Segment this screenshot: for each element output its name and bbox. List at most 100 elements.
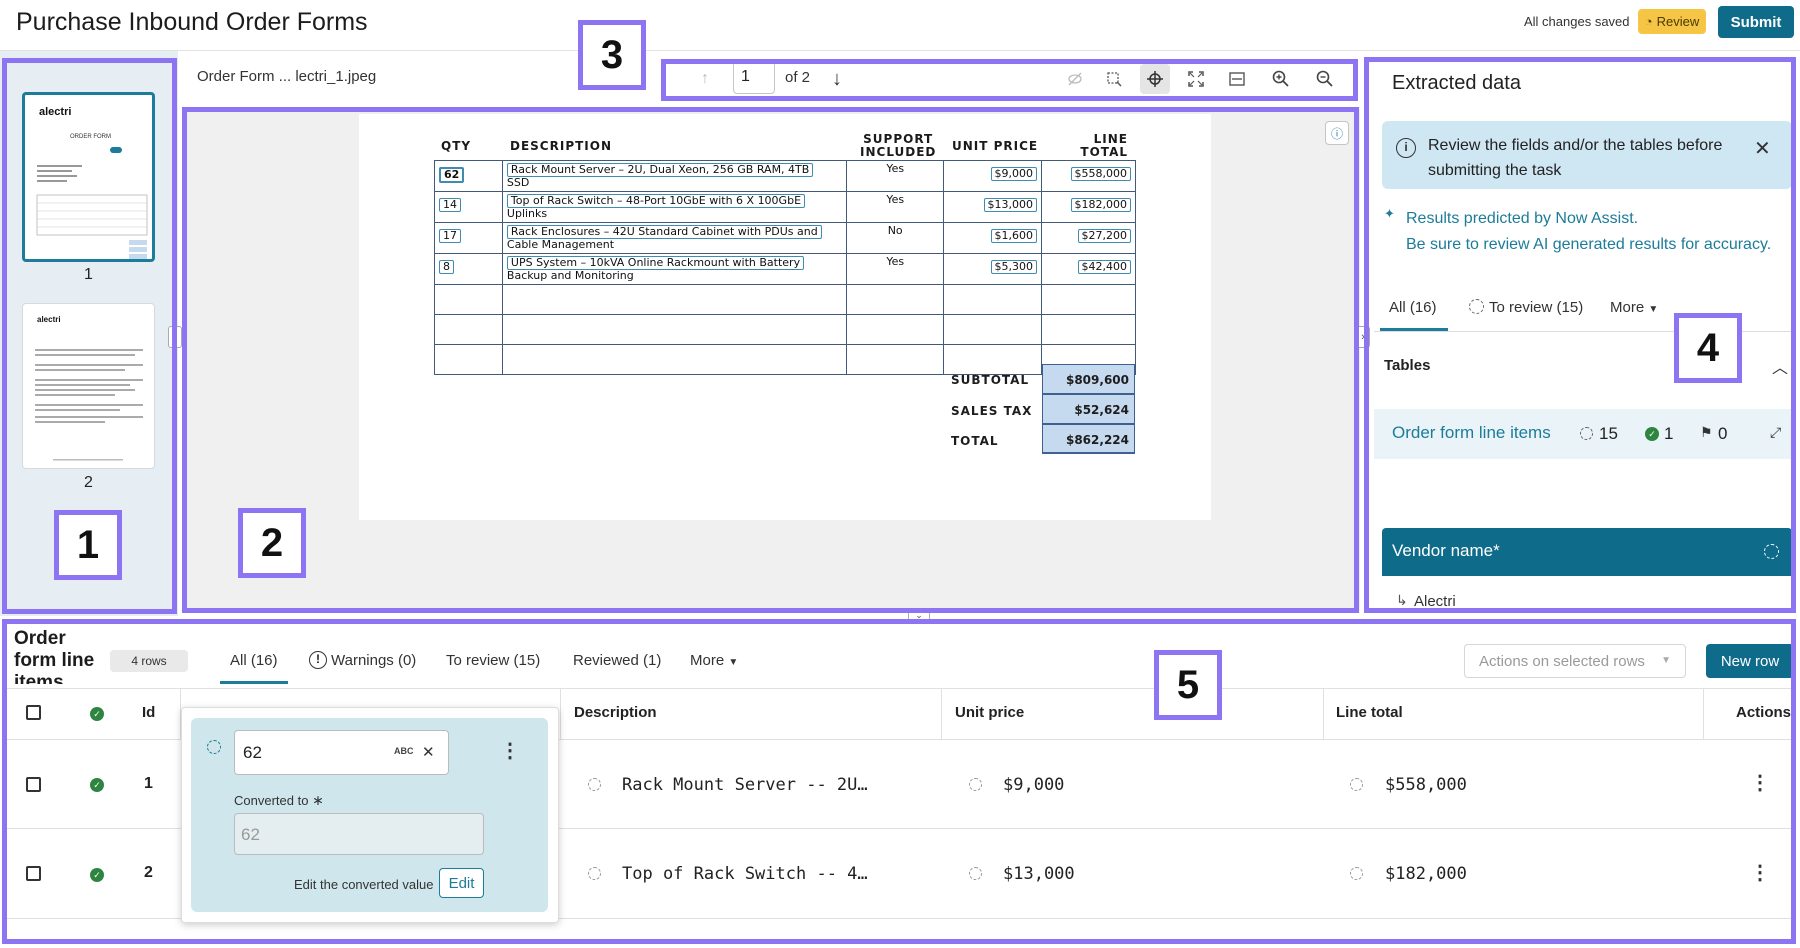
pan-crosshair-icon[interactable] bbox=[1140, 64, 1170, 94]
doc-qty-cell[interactable]: 62 bbox=[439, 167, 465, 183]
expand-icon[interactable]: ⤢ bbox=[1770, 424, 1781, 441]
doc-unit-price-cell[interactable]: $9,000 bbox=[990, 167, 1038, 181]
caret-down-icon: ▼ bbox=[1661, 655, 1671, 666]
tab-extracted-to-review[interactable]: To review (15) bbox=[1489, 299, 1583, 316]
doc-qty-cell[interactable]: 17 bbox=[439, 229, 461, 243]
doc-description-cell[interactable]: Rack Enclosures – 42U Standard Cabinet w… bbox=[506, 225, 822, 239]
close-banner-icon[interactable]: ✕ bbox=[1754, 136, 1771, 161]
doc-unit-price-cell[interactable]: $5,300 bbox=[990, 260, 1038, 274]
tab-extracted-all[interactable]: All (16) bbox=[1389, 299, 1437, 316]
previous-page-arrow-icon[interactable]: ↑ bbox=[690, 64, 720, 94]
pending-review-icon bbox=[1350, 867, 1363, 880]
doc-sales-tax-value[interactable]: $52,624 bbox=[1042, 394, 1135, 424]
collapse-thumbnails-icon[interactable]: ‹ bbox=[168, 326, 182, 348]
tab-rows-warnings[interactable]: Warnings (0) bbox=[331, 652, 416, 669]
row-line-total-cell[interactable]: $558,000 bbox=[1385, 775, 1467, 795]
save-status: All changes saved bbox=[1524, 14, 1630, 29]
new-row-button[interactable]: New row bbox=[1706, 644, 1794, 678]
actions-on-selected-rows-select[interactable]: Actions on selected rows ▼ bbox=[1464, 644, 1686, 678]
doc-total-value[interactable]: $862,224 bbox=[1042, 424, 1135, 454]
doc-empty-row bbox=[434, 314, 1136, 345]
row-select-checkbox[interactable] bbox=[26, 777, 41, 792]
clear-input-icon[interactable]: ✕ bbox=[422, 743, 435, 761]
converted-to-label: Converted to ∗ bbox=[234, 792, 324, 808]
doc-total-label: TOTAL bbox=[951, 434, 999, 448]
thumbnail-2-logo: alectri bbox=[37, 315, 61, 324]
tab-rows-reviewed[interactable]: Reviewed (1) bbox=[573, 652, 661, 669]
row-actions-kebab-icon[interactable]: ⋮ bbox=[1750, 860, 1770, 885]
reviewed-check-icon: ✓ bbox=[90, 707, 104, 721]
doc-unit-price-cell[interactable]: $1,600 bbox=[990, 229, 1038, 243]
tab-rows-to-review[interactable]: To review (15) bbox=[446, 652, 540, 669]
extracted-data-title: Extracted data bbox=[1392, 72, 1521, 94]
row-count-badge: 4 rows bbox=[110, 650, 188, 672]
doc-support-cell: Yes bbox=[846, 160, 945, 192]
review-status-label: Review bbox=[1656, 14, 1700, 29]
tab-rows-more[interactable]: More ▼ bbox=[690, 652, 738, 669]
column-header-line-total[interactable]: Line total bbox=[1336, 704, 1403, 721]
row-description-cell[interactable]: Rack Mount Server -- 2U… bbox=[622, 775, 868, 795]
edit-converted-button[interactable]: Edit bbox=[439, 868, 484, 898]
callout-label-3: 3 bbox=[578, 20, 646, 90]
pending-review-icon bbox=[207, 740, 221, 754]
zoom-out-icon[interactable] bbox=[1310, 64, 1340, 94]
fit-to-screen-icon[interactable] bbox=[1181, 64, 1211, 94]
row-unit-price-cell[interactable]: $9,000 bbox=[1003, 775, 1064, 795]
page-thumbnail-2[interactable]: alectri bbox=[22, 303, 155, 469]
row-id-cell: 1 bbox=[144, 775, 153, 792]
header-divider bbox=[0, 50, 1800, 51]
zoom-in-icon[interactable] bbox=[1266, 64, 1296, 94]
column-header-description[interactable]: Description bbox=[574, 704, 657, 721]
table-item-label[interactable]: Order form line items bbox=[1392, 423, 1551, 443]
thumbnail-1-heading: ORDER FORM bbox=[70, 134, 111, 140]
doc-qty-cell[interactable]: 8 bbox=[439, 260, 454, 274]
doc-line-total-cell[interactable]: $558,000 bbox=[1070, 167, 1131, 181]
ai-accuracy-note: Be sure to review AI generated results f… bbox=[1406, 236, 1772, 253]
doc-description-cell[interactable]: UPS System – 10kVA Online Rackmount with… bbox=[506, 256, 805, 270]
quantity-value-input[interactable]: 62 bbox=[234, 730, 449, 775]
row-actions-kebab-icon[interactable]: ⋮ bbox=[1750, 770, 1770, 795]
next-page-arrow-icon[interactable]: ↓ bbox=[822, 64, 852, 94]
page-title: Purchase Inbound Order Forms bbox=[16, 8, 368, 36]
doc-description-cell[interactable]: Rack Mount Server – 2U, Dual Xeon, 256 G… bbox=[506, 163, 814, 177]
page-number-input[interactable] bbox=[733, 60, 775, 94]
column-divider bbox=[560, 688, 561, 740]
callout-label-1: 1 bbox=[54, 510, 122, 580]
vendor-name-value[interactable]: Alectri bbox=[1414, 593, 1456, 610]
row-line-total-cell[interactable]: $182,000 bbox=[1385, 864, 1467, 884]
tab-rows-all[interactable]: All (16) bbox=[230, 652, 278, 669]
collapse-extracted-panel-icon[interactable]: › bbox=[1356, 326, 1370, 348]
doc-line-total-cell[interactable]: $182,000 bbox=[1070, 198, 1131, 212]
doc-qty-cell[interactable]: 14 bbox=[439, 198, 461, 212]
tab-extracted-more[interactable]: More ▼ bbox=[1610, 299, 1658, 316]
column-header-unit-price[interactable]: Unit price bbox=[955, 704, 1024, 721]
select-region-icon[interactable] bbox=[1099, 64, 1129, 94]
reviewed-check-icon: ✓ bbox=[90, 778, 104, 792]
collapse-bottom-panel-icon[interactable]: ⌄ bbox=[908, 608, 930, 622]
submit-button[interactable]: Submit bbox=[1718, 6, 1794, 38]
doc-line-total-cell[interactable]: $42,400 bbox=[1077, 260, 1131, 274]
column-header-id[interactable]: Id bbox=[142, 704, 155, 721]
doc-support-cell: Yes bbox=[846, 191, 945, 223]
doc-unit-price-cell[interactable]: $13,000 bbox=[983, 198, 1038, 212]
doc-line-total-cell[interactable]: $27,200 bbox=[1077, 229, 1131, 243]
doc-row: 8 UPS System – 10kVA Online Rackmount wi… bbox=[434, 253, 1136, 285]
pending-review-icon bbox=[588, 778, 601, 791]
thumbnail-2-preview: alectri bbox=[35, 315, 143, 461]
vendor-name-label: Vendor name* bbox=[1392, 541, 1500, 560]
row-unit-price-cell[interactable]: $13,000 bbox=[1003, 864, 1075, 884]
popover-kebab-icon[interactable]: ⋮ bbox=[500, 738, 520, 763]
row-description-cell[interactable]: Top of Rack Switch -- 4… bbox=[622, 864, 868, 884]
ai-results-note: Results predicted by Now Assist. bbox=[1406, 210, 1639, 227]
collapse-tables-chevron-icon[interactable]: ︿ bbox=[1772, 354, 1788, 378]
fit-width-icon[interactable] bbox=[1222, 64, 1252, 94]
page-thumbnail-1[interactable]: alectri ORDER FORM bbox=[22, 92, 155, 262]
row-select-checkbox[interactable] bbox=[26, 866, 41, 881]
info-icon[interactable]: ⓘ bbox=[1325, 121, 1349, 145]
doc-subtotal-value[interactable]: $809,600 bbox=[1042, 364, 1135, 394]
select-all-checkbox[interactable] bbox=[26, 705, 41, 720]
pending-review-icon bbox=[1469, 299, 1484, 314]
doc-description-cell[interactable]: Top of Rack Switch – 48-Port 10GbE with … bbox=[506, 194, 806, 208]
review-status-button[interactable]: ◔ Review bbox=[1638, 9, 1706, 34]
hide-highlights-icon[interactable] bbox=[1060, 64, 1090, 94]
